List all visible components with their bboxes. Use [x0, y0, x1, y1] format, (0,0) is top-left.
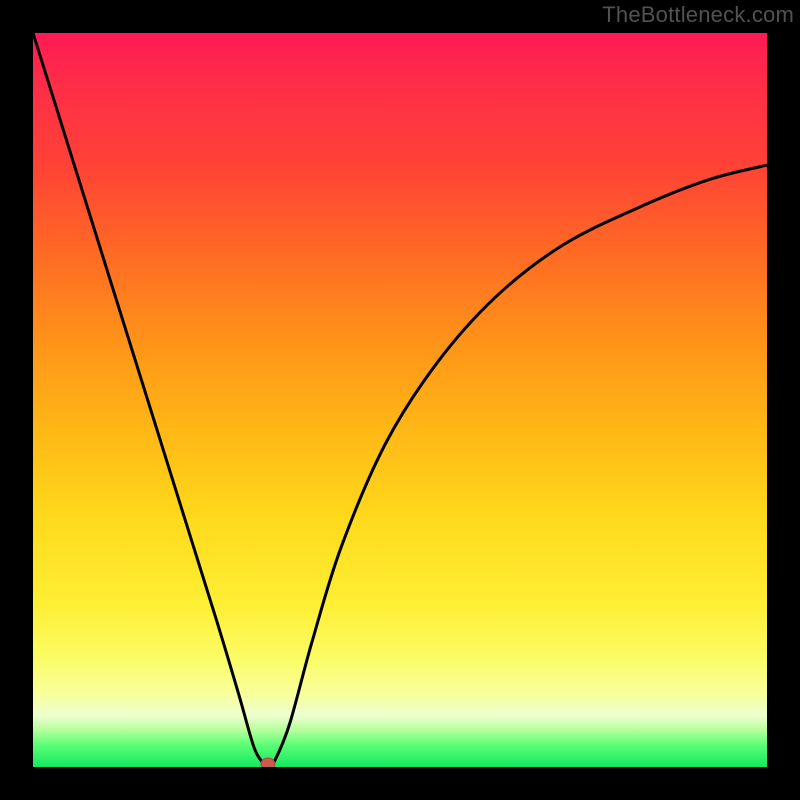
plot-area — [33, 33, 767, 767]
chart-frame: TheBottleneck.com — [0, 0, 800, 800]
attribution-text: TheBottleneck.com — [602, 2, 794, 28]
curve-layer — [33, 33, 767, 767]
curve-path — [33, 33, 767, 767]
marker-dot — [261, 758, 275, 767]
